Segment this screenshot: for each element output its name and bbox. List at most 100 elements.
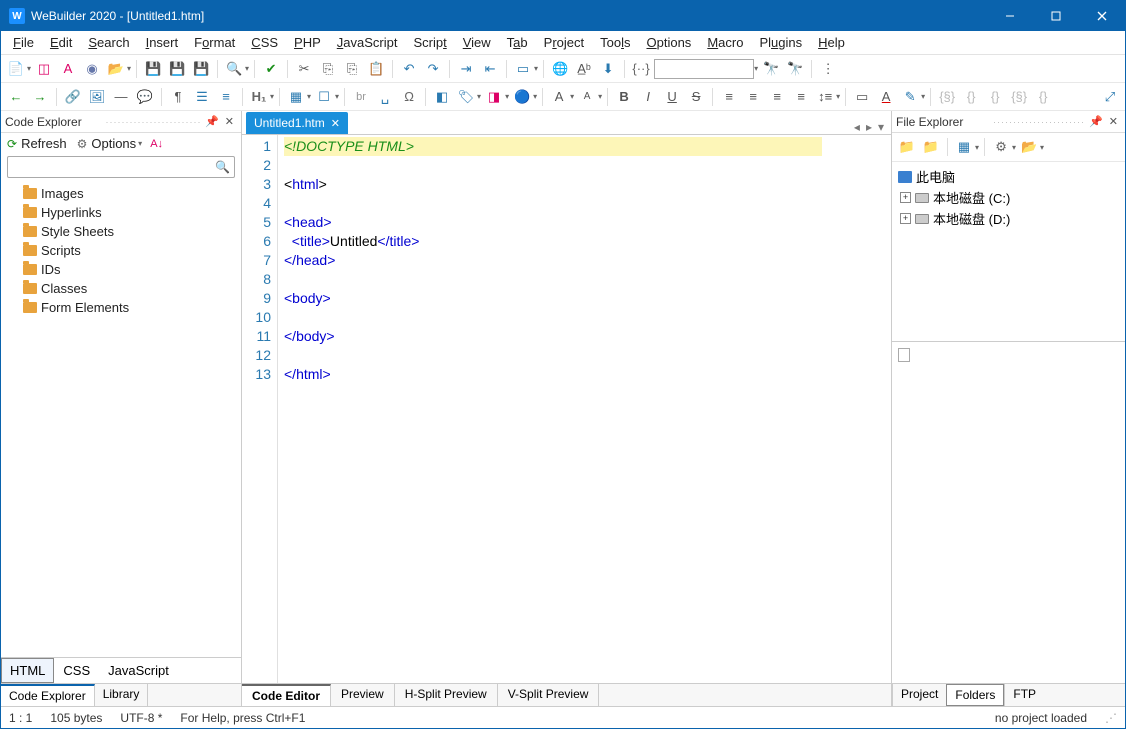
menu-php[interactable]: PHP xyxy=(286,32,329,53)
menu-search[interactable]: Search xyxy=(80,32,137,53)
braces-icon[interactable]: {··} xyxy=(630,58,652,80)
expand-icon[interactable]: + xyxy=(900,213,911,224)
brace4-icon[interactable]: {§} xyxy=(1008,86,1030,108)
bottom-tab-library[interactable]: Library xyxy=(95,684,149,706)
cut-icon[interactable]: ✂ xyxy=(293,58,315,80)
quick-search-input[interactable] xyxy=(654,59,754,79)
new-file-icon[interactable]: 📄 xyxy=(5,58,27,80)
right-tab-ftp[interactable]: FTP xyxy=(1004,684,1044,706)
menu-insert[interactable]: Insert xyxy=(138,32,187,53)
forward-icon[interactable]: → xyxy=(29,86,51,108)
font-minus-icon[interactable]: A xyxy=(576,86,598,108)
options-label[interactable]: Options xyxy=(91,136,136,151)
tag-icon[interactable]: 🏷 xyxy=(455,86,477,108)
eraser-icon[interactable]: ◨ xyxy=(483,86,505,108)
highlight-icon[interactable]: ✎ xyxy=(899,86,921,108)
paste-icon[interactable]: 📋 xyxy=(365,58,387,80)
code-editor[interactable]: 12345678910111213 <!DOCTYPE HTML> <html>… xyxy=(242,135,891,683)
lang-tab-js[interactable]: JavaScript xyxy=(99,658,178,683)
ol-icon[interactable]: ☰ xyxy=(191,86,213,108)
tab-prev-icon[interactable]: ◂ xyxy=(851,120,863,134)
back-icon[interactable]: ← xyxy=(5,86,27,108)
lang-tab-html[interactable]: HTML xyxy=(1,658,54,683)
comment-icon[interactable]: 💬 xyxy=(134,86,156,108)
form-icon[interactable]: ☐ xyxy=(313,86,335,108)
class-icon[interactable]: ◧ xyxy=(431,86,453,108)
search-icon[interactable]: 🔍 xyxy=(223,58,245,80)
tree-item-formelements[interactable]: Form Elements xyxy=(5,298,237,317)
menu-view[interactable]: View xyxy=(455,32,499,53)
tree-item-scripts[interactable]: Scripts xyxy=(5,241,237,260)
ul-icon[interactable]: ≡ xyxy=(215,86,237,108)
window-icon[interactable]: ▭ xyxy=(512,58,534,80)
editor-tab-hsplit[interactable]: H-Split Preview xyxy=(395,684,498,706)
tree-item-images[interactable]: Images xyxy=(5,184,237,203)
menu-macro[interactable]: Macro xyxy=(699,32,751,53)
fe-gear-icon[interactable]: ⚙ xyxy=(990,136,1012,158)
menu-project[interactable]: Project xyxy=(536,32,592,53)
text-color-icon[interactable]: A xyxy=(875,86,897,108)
editor-tab-vsplit[interactable]: V-Split Preview xyxy=(498,684,600,706)
menu-css[interactable]: CSS xyxy=(243,32,286,53)
editor-tab-code[interactable]: Code Editor xyxy=(242,684,331,706)
pin-icon[interactable]: 📌 xyxy=(202,115,222,128)
sort-icon[interactable]: A↓ xyxy=(150,138,163,150)
replace-icon[interactable]: A̲ᵇ xyxy=(573,58,595,80)
italic-icon[interactable]: I xyxy=(637,86,659,108)
menu-options[interactable]: Options xyxy=(638,32,699,53)
new-css-icon[interactable]: A xyxy=(57,58,79,80)
font-plus-icon[interactable]: A xyxy=(548,86,570,108)
menu-help[interactable]: Help xyxy=(810,32,853,53)
close-tab-icon[interactable]: ✕ xyxy=(331,117,340,130)
tab-menu-icon[interactable]: ▾ xyxy=(875,120,887,134)
new-html-icon[interactable]: ◫ xyxy=(33,58,55,80)
search-input[interactable] xyxy=(12,160,215,174)
close-panel-icon[interactable]: ✕ xyxy=(1106,115,1121,128)
save-icon[interactable]: 💾 xyxy=(142,58,164,80)
refresh-icon[interactable]: ⟳ xyxy=(7,137,17,151)
binoculars2-icon[interactable]: 🔭 xyxy=(784,58,806,80)
pin-icon[interactable]: 📌 xyxy=(1086,115,1106,128)
fe-open-icon[interactable]: 📂 xyxy=(1018,136,1040,158)
underline-icon[interactable]: U xyxy=(661,86,683,108)
bold-icon[interactable]: B xyxy=(613,86,635,108)
new-php-icon[interactable]: ◉ xyxy=(81,58,103,80)
reload-folder-icon[interactable]: 📁 xyxy=(920,136,942,158)
search-icon[interactable]: 🔍 xyxy=(215,160,230,174)
menu-javascript[interactable]: JavaScript xyxy=(329,32,406,53)
right-tab-project[interactable]: Project xyxy=(892,684,946,706)
view-icon[interactable]: ▦ xyxy=(953,136,975,158)
minimize-button[interactable] xyxy=(987,1,1033,31)
align-right-icon[interactable]: ≡ xyxy=(766,86,788,108)
br-icon[interactable]: br xyxy=(350,86,372,108)
align-center-icon[interactable]: ≡ xyxy=(742,86,764,108)
settings-icon[interactable]: ⋮ xyxy=(817,58,839,80)
right-tab-folders[interactable]: Folders xyxy=(946,684,1004,706)
tree-item-hyperlinks[interactable]: Hyperlinks xyxy=(5,203,237,222)
open-icon[interactable]: 📂 xyxy=(105,58,127,80)
menu-tab[interactable]: Tab xyxy=(499,32,536,53)
image-icon[interactable]: 🖼 xyxy=(86,86,108,108)
copy2-icon[interactable]: ⎘ xyxy=(341,58,363,80)
menu-tools[interactable]: Tools xyxy=(592,32,638,53)
remove-format-icon[interactable]: ▭ xyxy=(851,86,873,108)
code-explorer-search[interactable]: 🔍 xyxy=(7,156,235,178)
lang-tab-css[interactable]: CSS xyxy=(54,658,99,683)
brace3-icon[interactable]: {} xyxy=(984,86,1006,108)
brace2-icon[interactable]: {} xyxy=(960,86,982,108)
outdent-icon[interactable]: ⇤ xyxy=(479,58,501,80)
tab-next-icon[interactable]: ▸ xyxy=(863,120,875,134)
globe-icon[interactable]: 🌐 xyxy=(549,58,571,80)
copy-icon[interactable]: ⎘ xyxy=(317,58,339,80)
close-button[interactable] xyxy=(1079,1,1125,31)
goto-icon[interactable]: ⬇ xyxy=(597,58,619,80)
fe-node-drive-d[interactable]: + 本地磁盘 (D:) xyxy=(896,208,1121,229)
brace5-icon[interactable]: {} xyxy=(1032,86,1054,108)
undo-icon[interactable]: ↶ xyxy=(398,58,420,80)
menu-plugins[interactable]: Plugins xyxy=(751,32,810,53)
file-tab[interactable]: Untitled1.htm ✕ xyxy=(246,112,348,134)
strike-icon[interactable]: S xyxy=(685,86,707,108)
save-all-icon[interactable]: 💾 xyxy=(166,58,188,80)
nbsp-icon[interactable]: ␣ xyxy=(374,86,396,108)
align-justify-icon[interactable]: ≡ xyxy=(790,86,812,108)
